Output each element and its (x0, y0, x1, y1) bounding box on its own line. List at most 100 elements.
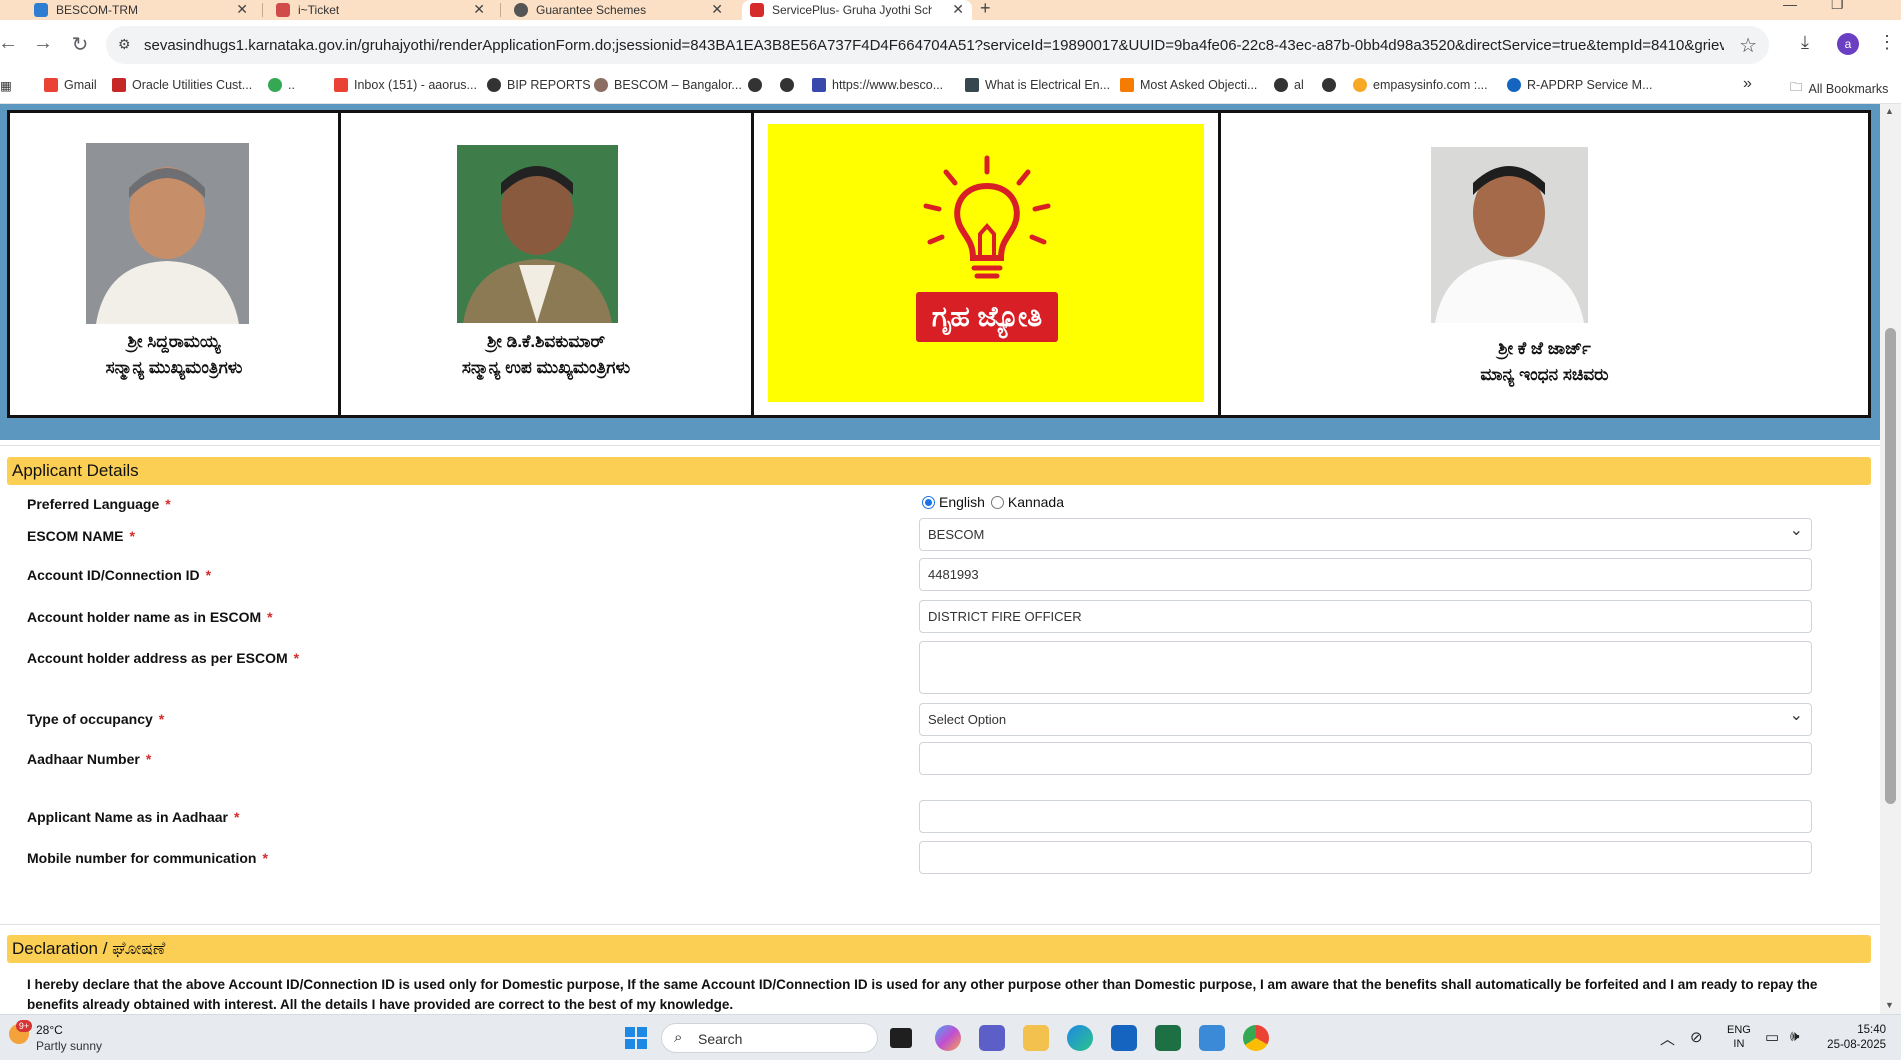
holder-address-field[interactable] (919, 641, 1812, 694)
kannada-radio[interactable] (990, 495, 1004, 509)
photos-icon[interactable] (1199, 1025, 1225, 1051)
applicant-name-field[interactable] (919, 800, 1812, 833)
required-asterisk: * (205, 567, 212, 583)
mobile-field[interactable] (919, 841, 1812, 874)
close-tab-icon[interactable]: ✕ (473, 1, 485, 18)
required-asterisk: * (267, 609, 273, 625)
bookmark-empasys[interactable]: empasysinfo.com :... (1353, 78, 1488, 92)
minimize-window-icon[interactable]: — (1783, 0, 1797, 12)
network-off-icon[interactable]: ⊘ (1690, 1028, 1703, 1046)
browser-tab-serviceplus[interactable]: ServicePlus- Gruha Jyothi Schem ✕ (742, 0, 972, 20)
banner-cell-logo: ಗೃಹ ಜ್ಯೋತಿ (754, 113, 1221, 415)
windows-taskbar: 9+ 28°C Partly sunny ⌕ Search ︿ ⊘ ENG IN… (0, 1014, 1901, 1060)
label-text: Account holder name as in ESCOM (27, 609, 262, 625)
bookmark-most-asked[interactable]: Most Asked Objecti... (1120, 78, 1257, 92)
teams-icon[interactable] (979, 1025, 1005, 1051)
tab-separator (262, 3, 263, 17)
bookmark-al[interactable]: al (1274, 78, 1304, 92)
chrome-icon[interactable] (1243, 1025, 1269, 1051)
scroll-down-icon[interactable]: ▼ (1885, 1000, 1894, 1010)
bookmark-globe-2[interactable] (780, 78, 800, 92)
scrollbar-thumb[interactable] (1885, 328, 1896, 804)
weather-description[interactable]: Partly sunny (36, 1039, 102, 1053)
input-language[interactable]: ENG IN (1727, 1023, 1751, 1051)
edge-icon[interactable] (1067, 1025, 1093, 1051)
tray-chevron-up-icon[interactable]: ︿ (1660, 1028, 1675, 1049)
bookmark-label: Oracle Utilities Cust... (132, 78, 253, 92)
aadhaar-field[interactable] (919, 742, 1812, 775)
applicant-details-section: Applicant Details Preferred Language * En… (0, 445, 1880, 914)
blogger-icon (1120, 78, 1134, 92)
weather-badge: 9+ (16, 1020, 32, 1032)
download-icon[interactable]: ⤓ (1801, 32, 1809, 53)
display-icon[interactable]: ▭ (1765, 1028, 1779, 1046)
portrait-energy-minister (1431, 147, 1588, 323)
account-id-label: Account ID/Connection ID * (27, 567, 211, 583)
bookmark-gmail[interactable]: Gmail (44, 78, 97, 92)
restore-window-icon[interactable]: ❐ (1831, 0, 1844, 13)
portrait-chief-minister (86, 143, 249, 324)
bookmark-globe-3[interactable] (1322, 78, 1342, 92)
account-id-field[interactable]: 4481993 (919, 558, 1812, 591)
browser-tab-bescom-trm[interactable]: BESCOM-TRM ✕ (26, 0, 256, 20)
windows-start-icon[interactable] (625, 1027, 647, 1049)
bookmark-electrical[interactable]: What is Electrical En... (965, 78, 1110, 92)
task-view-icon[interactable] (890, 1028, 912, 1048)
browser-tab-guarantee-schemes[interactable]: Guarantee Schemes ✕ (506, 0, 731, 20)
bookmark-bescom[interactable]: BESCOM – Bangalor... (594, 78, 742, 92)
apps-grid-icon[interactable]: ▦ (0, 78, 12, 93)
volume-icon[interactable]: 🕪 (1790, 1028, 1799, 1045)
back-arrow-icon[interactable]: ← (0, 32, 20, 55)
all-bookmarks-label: All Bookmarks (1808, 81, 1889, 96)
excel-icon[interactable] (1155, 1025, 1181, 1051)
bookmark-inbox[interactable]: Inbox (151) - aaorus... (334, 78, 477, 92)
tab-label: BESCOM-TRM (56, 3, 138, 17)
bookmark-bip-reports[interactable]: BIP REPORTS (487, 78, 591, 92)
browser-tab-iticket[interactable]: i~Ticket ✕ (268, 0, 493, 20)
reload-icon[interactable]: ↻ (68, 32, 92, 57)
occupancy-select[interactable]: Select Option (919, 700, 1812, 736)
bookmark-rapdrp[interactable]: R-APDRP Service M... (1507, 78, 1653, 92)
file-explorer-icon[interactable] (1023, 1025, 1049, 1051)
english-radio-label: English (939, 494, 985, 510)
close-tab-icon[interactable]: ✕ (711, 1, 723, 18)
dcm-title: ಸನ್ಮಾನ್ಯ ಉಪ ಮುಖ್ಯಮಂತ್ರಿಗಳು (461, 358, 631, 377)
close-tab-icon[interactable]: ✕ (952, 1, 964, 18)
bookmark-besco-url[interactable]: https://www.besco... (812, 78, 943, 92)
address-bar[interactable]: ⚙ sevasindhugs1.karnataka.gov.in/gruhajy… (106, 26, 1769, 64)
scroll-up-icon[interactable]: ▲ (1885, 106, 1894, 116)
taskbar-search-box[interactable]: ⌕ Search (661, 1023, 878, 1053)
forward-arrow-icon[interactable]: → (31, 32, 55, 55)
bookmark-globe-1[interactable] (748, 78, 768, 92)
empasys-icon (1353, 78, 1367, 92)
weather-temperature[interactable]: 28°C (36, 1023, 63, 1037)
label-text: Aadhaar Number (27, 751, 140, 767)
english-radio[interactable] (922, 495, 935, 509)
more-bookmarks-chevron-icon[interactable]: » (1743, 75, 1752, 93)
kebab-menu-icon[interactable]: ⋮ (1878, 32, 1896, 53)
page-scrollbar[interactable]: ▲ ▼ (1880, 104, 1901, 1014)
site-settings-icon[interactable]: ⚙ (118, 36, 131, 53)
holder-name-field[interactable]: DISTRICT FIRE OFFICER (919, 600, 1812, 633)
close-tab-icon[interactable]: ✕ (236, 1, 248, 18)
page-content: ಶ್ರೀ ಸಿದ್ದರಾಮಯ್ಯ ಸನ್ಮಾನ್ಯ ಮುಖ್ಯಮಂತ್ರಿಗಳು… (0, 104, 1880, 1014)
copilot-icon[interactable] (935, 1025, 961, 1051)
banner-cell-cm: ಶ್ರೀ ಸಿದ್ದರಾಮಯ್ಯ ಸನ್ಮಾನ್ಯ ಮುಖ್ಯಮಂತ್ರಿಗಳು (10, 113, 341, 415)
store-icon[interactable] (1111, 1025, 1137, 1051)
bookmark-label: empasysinfo.com :... (1373, 78, 1488, 92)
declaration-section: Declaration / ಘೋಷಣೆ I hereby declare tha… (0, 924, 1880, 1014)
globe-icon (1274, 78, 1288, 92)
bookmark-maps[interactable]: .. (268, 78, 295, 92)
bookmark-star-icon[interactable]: ☆ (1739, 33, 1757, 58)
globe-icon (514, 3, 528, 17)
profile-avatar[interactable]: a (1837, 33, 1859, 55)
all-bookmarks[interactable]: 🗀 All Bookmarks (1790, 78, 1888, 99)
label-text: Account ID/Connection ID (27, 567, 200, 583)
escom-name-select[interactable]: BESCOM (919, 515, 1812, 551)
serviceplus-favicon-icon (750, 3, 764, 17)
system-clock[interactable]: 15:40 25-08-2025 (1824, 1023, 1886, 1053)
minister-title: ಮಾನ್ಯ ಇಂಧನ ಸಚಿವರು (1480, 365, 1609, 384)
plus-icon[interactable]: + (980, 0, 991, 19)
bookmark-oracle[interactable]: Oracle Utilities Cust... (112, 78, 252, 92)
light-bulb-icon (923, 155, 1051, 279)
